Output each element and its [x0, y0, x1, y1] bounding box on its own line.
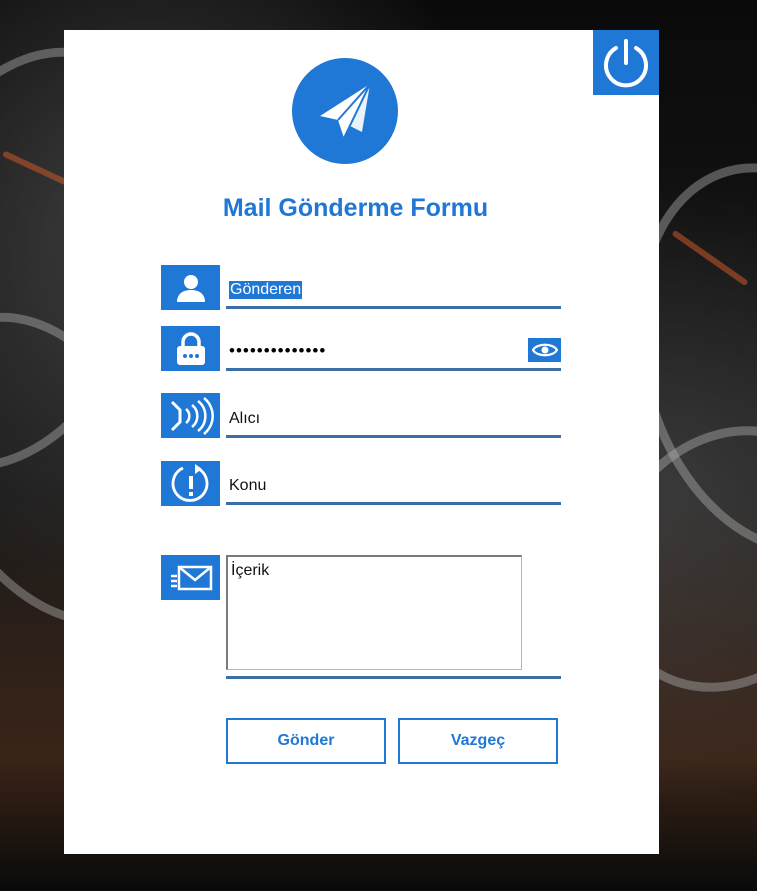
recipient-icon-box [161, 393, 220, 438]
send-button[interactable]: Gönder [226, 718, 386, 764]
recipient-field[interactable]: Alıcı [226, 404, 561, 438]
app-logo [292, 58, 398, 164]
eye-icon [531, 343, 558, 357]
content-textarea[interactable]: İçerik [226, 555, 522, 670]
signal-icon [170, 396, 214, 435]
sender-field[interactable]: Gönderen [226, 275, 561, 309]
content-textarea-value: İçerik [231, 562, 270, 579]
subject-icon-box [161, 461, 220, 506]
user-icon [176, 274, 205, 302]
field-underline [226, 435, 561, 438]
subject-input-value: Konu [229, 477, 267, 494]
cancel-button[interactable]: Vazgeç [398, 718, 558, 764]
field-underline [226, 502, 561, 505]
password-field[interactable]: •••••••••••••• [226, 337, 561, 371]
page-title: Mail Gönderme Formu [222, 194, 489, 222]
password-input-value: •••••••••••••• [229, 341, 327, 360]
power-button[interactable] [593, 30, 659, 95]
field-underline [226, 676, 561, 679]
recipient-input-value: Alıcı [229, 410, 261, 427]
sender-icon-box [161, 265, 220, 310]
field-underline [226, 368, 561, 371]
subject-field[interactable]: Konu [226, 471, 561, 505]
alert-icon [171, 463, 208, 502]
power-icon [604, 38, 648, 87]
sender-input-value: Gönderen [229, 281, 303, 299]
content-icon-box [161, 555, 220, 600]
mail-icon [170, 565, 212, 590]
field-underline [226, 306, 561, 309]
password-icon-box [161, 326, 220, 371]
lock-icon [176, 331, 205, 365]
show-password-button[interactable] [528, 338, 561, 362]
paper-plane-icon [320, 83, 371, 139]
